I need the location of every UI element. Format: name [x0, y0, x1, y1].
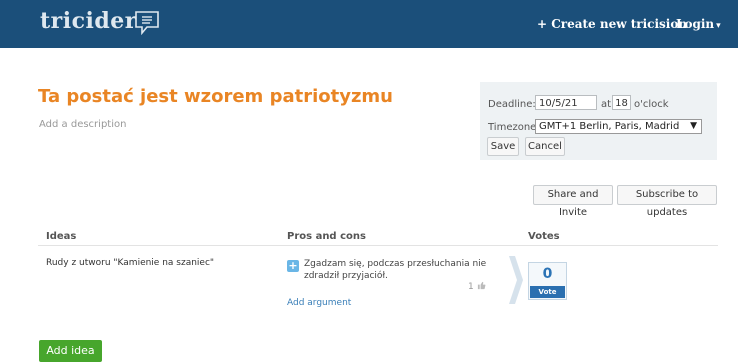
vote-arrow-decoration: [509, 256, 523, 304]
vote-count: 0: [542, 266, 553, 282]
timezone-value: GMT+1 Berlin, Paris, Madrid: [539, 121, 680, 132]
chevron-down-icon: ▾: [716, 21, 721, 31]
timezone-select[interactable]: GMT+1 Berlin, Paris, Madrid ▼: [535, 119, 702, 134]
like-count[interactable]: 1: [468, 281, 486, 292]
create-tricision-link[interactable]: + Create new tricision: [537, 17, 687, 31]
top-bar: tricider + Create new tricision Login ▾: [0, 0, 738, 48]
save-button[interactable]: Save: [487, 137, 519, 156]
vote-widget: 0 Vote: [528, 262, 567, 300]
pro-argument-text: Zgadzam się, podczas przesłuchania nie z…: [304, 259, 487, 281]
speech-bubble-icon: [135, 11, 159, 35]
timezone-label: Timezone:: [488, 122, 540, 133]
vote-button[interactable]: Vote: [530, 286, 565, 298]
idea-text[interactable]: Rudy z utworu "Kamienie na szaniec": [46, 258, 214, 268]
at-label: at: [601, 99, 612, 110]
deadline-hour-input[interactable]: 18: [612, 95, 631, 110]
votes-column-header: Votes: [528, 231, 560, 242]
add-description-field[interactable]: Add a description: [39, 119, 126, 130]
oclock-label: o'clock: [634, 99, 669, 110]
plus-icon: +: [287, 259, 299, 272]
deadline-date-input[interactable]: 10/5/21: [535, 95, 597, 110]
subscribe-button[interactable]: Subscribe to updates: [617, 185, 717, 218]
deadline-panel: Deadline: 10/5/21 at 18 o'clock Timezone…: [480, 82, 717, 160]
logo[interactable]: tricider: [40, 8, 137, 34]
add-argument-link[interactable]: Add argument: [287, 298, 351, 308]
header-divider: [38, 245, 718, 246]
login-menu[interactable]: Login ▾: [676, 17, 721, 31]
like-count-value: 1: [468, 282, 474, 292]
share-invite-button[interactable]: Share and Invite: [533, 185, 613, 218]
login-label: Login: [676, 17, 715, 31]
deadline-label: Deadline:: [488, 99, 536, 110]
add-idea-button[interactable]: Add idea: [39, 340, 102, 362]
chevron-down-icon: ▼: [690, 121, 697, 131]
ideas-column-header: Ideas: [46, 231, 77, 242]
thumbs-up-icon: [477, 281, 486, 290]
cancel-button[interactable]: Cancel: [525, 137, 565, 156]
page-title: Ta postać jest wzorem patriotyzmu: [38, 86, 393, 107]
pros-cons-column-header: Pros and cons: [287, 231, 366, 242]
